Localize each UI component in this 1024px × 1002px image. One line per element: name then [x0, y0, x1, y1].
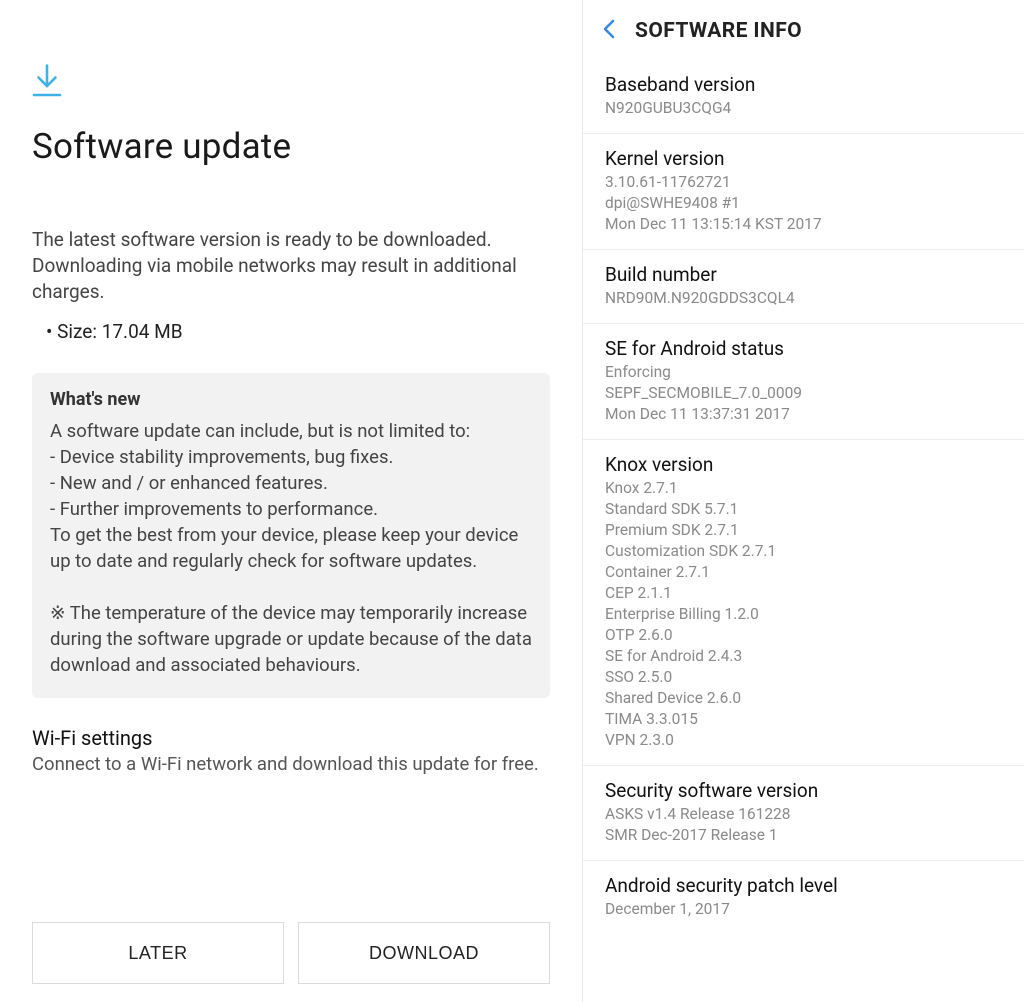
info-item-title: Kernel version	[605, 147, 1002, 170]
update-size: • Size: 17.04 MB	[46, 319, 550, 345]
later-button[interactable]: LATER	[32, 922, 284, 984]
info-item-title: Android security patch level	[605, 874, 1002, 897]
info-item-sub: NRD90M.N920GDDS3CQL4	[605, 288, 1002, 309]
info-item[interactable]: Knox versionKnox 2.7.1 Standard SDK 5.7.…	[583, 440, 1024, 766]
software-info-list: Baseband versionN920GUBU3CQG4Kernel vers…	[583, 60, 1024, 934]
software-info-panel: SOFTWARE INFO Baseband versionN920GUBU3C…	[582, 0, 1024, 1002]
whats-new-box: What's new A software update can include…	[32, 373, 550, 698]
info-item-sub: N920GUBU3CQG4	[605, 98, 1002, 119]
button-row: LATER DOWNLOAD	[32, 914, 550, 984]
size-prefix: • Size:	[46, 320, 102, 343]
info-item-sub: ASKS v1.4 Release 161228 SMR Dec-2017 Re…	[605, 804, 1002, 846]
wifi-settings-title: Wi-Fi settings	[32, 726, 550, 750]
info-item-title: Build number	[605, 263, 1002, 286]
software-info-header: SOFTWARE INFO	[583, 0, 1024, 60]
info-item[interactable]: Kernel version3.10.61-11762721 dpi@SWHE9…	[583, 134, 1024, 250]
size-value: 17.04 MB	[102, 320, 183, 343]
info-item-title: Knox version	[605, 453, 1002, 476]
page-title: Software update	[32, 126, 550, 167]
info-item-sub: Enforcing SEPF_SECMOBILE_7.0_0009 Mon De…	[605, 362, 1002, 425]
info-item[interactable]: Security software versionASKS v1.4 Relea…	[583, 766, 1024, 861]
update-intro-text: The latest software version is ready to …	[32, 227, 550, 305]
info-item[interactable]: SE for Android statusEnforcing SEPF_SECM…	[583, 324, 1024, 440]
back-icon[interactable]	[599, 18, 621, 44]
info-item-sub: December 1, 2017	[605, 899, 1002, 920]
info-item-title: SE for Android status	[605, 337, 1002, 360]
download-button[interactable]: DOWNLOAD	[298, 922, 550, 984]
software-update-panel: Software update The latest software vers…	[0, 0, 582, 1002]
info-item-title: Baseband version	[605, 73, 1002, 96]
whats-new-body: A software update can include, but is no…	[50, 418, 532, 678]
info-item[interactable]: Android security patch levelDecember 1, …	[583, 861, 1024, 934]
whats-new-title: What's new	[50, 389, 532, 410]
software-info-title: SOFTWARE INFO	[635, 19, 802, 43]
info-item-sub: Knox 2.7.1 Standard SDK 5.7.1 Premium SD…	[605, 478, 1002, 751]
info-item[interactable]: Build numberNRD90M.N920GDDS3CQL4	[583, 250, 1024, 324]
wifi-settings-section[interactable]: Wi-Fi settings Connect to a Wi-Fi networ…	[32, 726, 550, 777]
wifi-settings-sub: Connect to a Wi-Fi network and download …	[32, 752, 550, 777]
download-icon	[32, 64, 550, 102]
info-item-sub: 3.10.61-11762721 dpi@SWHE9408 #1 Mon Dec…	[605, 172, 1002, 235]
info-item[interactable]: Baseband versionN920GUBU3CQG4	[583, 60, 1024, 134]
info-item-title: Security software version	[605, 779, 1002, 802]
